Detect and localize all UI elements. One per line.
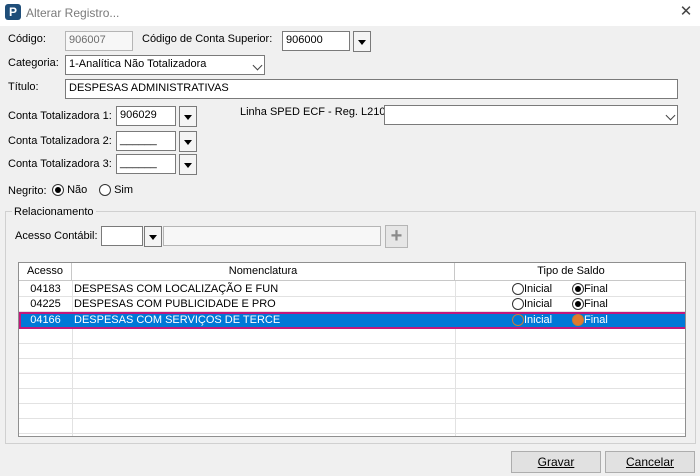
acesso-contabil-label: Acesso Contábil:: [15, 230, 98, 242]
saldo-final-label: Final: [584, 283, 608, 295]
totalizadora1-field[interactable]: 906029: [116, 106, 176, 126]
column-header-tipo-saldo[interactable]: Tipo de Saldo: [455, 263, 685, 281]
table-row-empty: [19, 344, 685, 359]
app-logo-icon: P: [5, 4, 21, 20]
negrito-nao-label: Não: [67, 184, 88, 196]
totalizadora1-label: Conta Totalizadora 1:: [8, 110, 112, 122]
saldo-inicial-label: Inicial: [524, 314, 553, 326]
acesso-contabil-description: [163, 226, 381, 246]
saldo-inicial-label: Inicial: [524, 283, 553, 295]
table-row-selected[interactable]: 04166 DESPESAS COM SERVIÇOS DE TERCE Ini…: [19, 312, 685, 329]
radio-selected-icon[interactable]: [52, 184, 64, 197]
column-header-nomenclatura[interactable]: Nomenclatura: [72, 263, 455, 281]
chevron-down-icon: [665, 110, 676, 121]
saldo-inicial-option[interactable]: Inicial: [512, 282, 572, 297]
categoria-select[interactable]: 1-Analítica Não Totalizadora: [65, 55, 265, 75]
gravar-button[interactable]: Gravar: [511, 451, 601, 473]
saldo-inicial-option[interactable]: Inicial: [512, 297, 572, 312]
totalizadora3-field[interactable]: ______: [116, 154, 176, 174]
radio-selected-icon[interactable]: [572, 314, 584, 327]
window-title: Alterar Registro...: [26, 6, 120, 20]
negrito-sim-option[interactable]: Sim: [99, 184, 134, 197]
table-row-empty: [19, 419, 685, 434]
saldo-final-label: Final: [584, 298, 608, 310]
relacionamento-legend: Relacionamento: [12, 206, 96, 218]
acesso-cell: 04183: [30, 283, 61, 295]
table-header: Acesso Nomenclatura Tipo de Saldo: [19, 263, 685, 281]
negrito-sim-label: Sim: [114, 184, 134, 196]
saldo-final-option[interactable]: Final: [572, 282, 632, 297]
table-row[interactable]: 04183 DESPESAS COM LOCALIZAÇÃO E FUN Ini…: [19, 282, 685, 297]
conta-superior-field[interactable]: 906000: [282, 31, 350, 51]
saldo-final-option[interactable]: Final: [572, 313, 632, 328]
table-row-empty: [19, 359, 685, 374]
titulo-field[interactable]: DESPESAS ADMINISTRATIVAS: [65, 79, 678, 99]
nomenclatura-cell: DESPESAS COM LOCALIZAÇÃO E FUN: [74, 283, 279, 295]
sped-label: Linha SPED ECF - Reg. L210:: [240, 106, 389, 118]
radio-empty-icon[interactable]: [512, 314, 524, 327]
acesso-cell: 04166: [30, 314, 61, 326]
totalizadora2-label: Conta Totalizadora 2:: [8, 135, 112, 147]
totalizadora2-dropdown-button[interactable]: [179, 131, 197, 152]
radio-selected-icon[interactable]: [572, 283, 584, 296]
acesso-cell: 04225: [30, 298, 61, 310]
totalizadora1-dropdown-button[interactable]: [179, 106, 197, 127]
gravar-label: Gravar: [537, 455, 575, 469]
saldo-inicial-option[interactable]: Inicial: [512, 313, 572, 328]
table-row-empty: [19, 389, 685, 404]
table-row-empty: [19, 374, 685, 389]
totalizadora3-label: Conta Totalizadora 3:: [8, 158, 112, 170]
conta-superior-label: Código de Conta Superior:: [142, 33, 273, 45]
acesso-contabil-dropdown-button[interactable]: [144, 226, 162, 247]
cancelar-button[interactable]: Cancelar: [605, 451, 695, 473]
radio-empty-icon[interactable]: [512, 283, 524, 296]
relacionamento-table[interactable]: Acesso Nomenclatura Tipo de Saldo 04183 …: [18, 262, 686, 437]
column-header-acesso[interactable]: Acesso: [19, 263, 72, 281]
close-icon[interactable]: ✕: [676, 2, 696, 22]
titulo-label: Título:: [8, 81, 39, 93]
categoria-label: Categoria:: [8, 57, 59, 69]
saldo-final-label: Final: [584, 314, 608, 326]
saldo-inicial-label: Inicial: [524, 298, 553, 310]
radio-empty-icon[interactable]: [512, 298, 524, 311]
conta-superior-dropdown-button[interactable]: [353, 31, 371, 52]
table-row-empty: [19, 404, 685, 419]
add-button[interactable]: +: [385, 225, 408, 248]
radio-empty-icon[interactable]: [99, 184, 111, 197]
nomenclatura-cell: DESPESAS COM PUBLICIDADE E PRO: [74, 298, 276, 310]
saldo-final-option[interactable]: Final: [572, 297, 632, 312]
chevron-down-icon: [252, 60, 263, 71]
totalizadora3-dropdown-button[interactable]: [179, 154, 197, 175]
table-row[interactable]: 04225 DESPESAS COM PUBLICIDADE E PRO Ini…: [19, 297, 685, 312]
sped-select[interactable]: [384, 105, 678, 125]
negrito-nao-option[interactable]: Não: [52, 184, 88, 197]
plus-icon: +: [390, 225, 403, 247]
codigo-label: Código:: [8, 33, 46, 45]
acesso-contabil-field[interactable]: [101, 226, 143, 246]
nomenclatura-cell: DESPESAS COM SERVIÇOS DE TERCE: [74, 314, 281, 326]
totalizadora2-field[interactable]: ______: [116, 131, 176, 151]
negrito-label: Negrito:: [8, 185, 47, 197]
codigo-field[interactable]: 906007: [65, 31, 133, 51]
radio-selected-icon[interactable]: [572, 298, 584, 311]
categoria-value: 1-Analítica Não Totalizadora: [69, 58, 207, 70]
cancelar-label: Cancelar: [625, 455, 675, 469]
table-row-empty: [19, 329, 685, 344]
